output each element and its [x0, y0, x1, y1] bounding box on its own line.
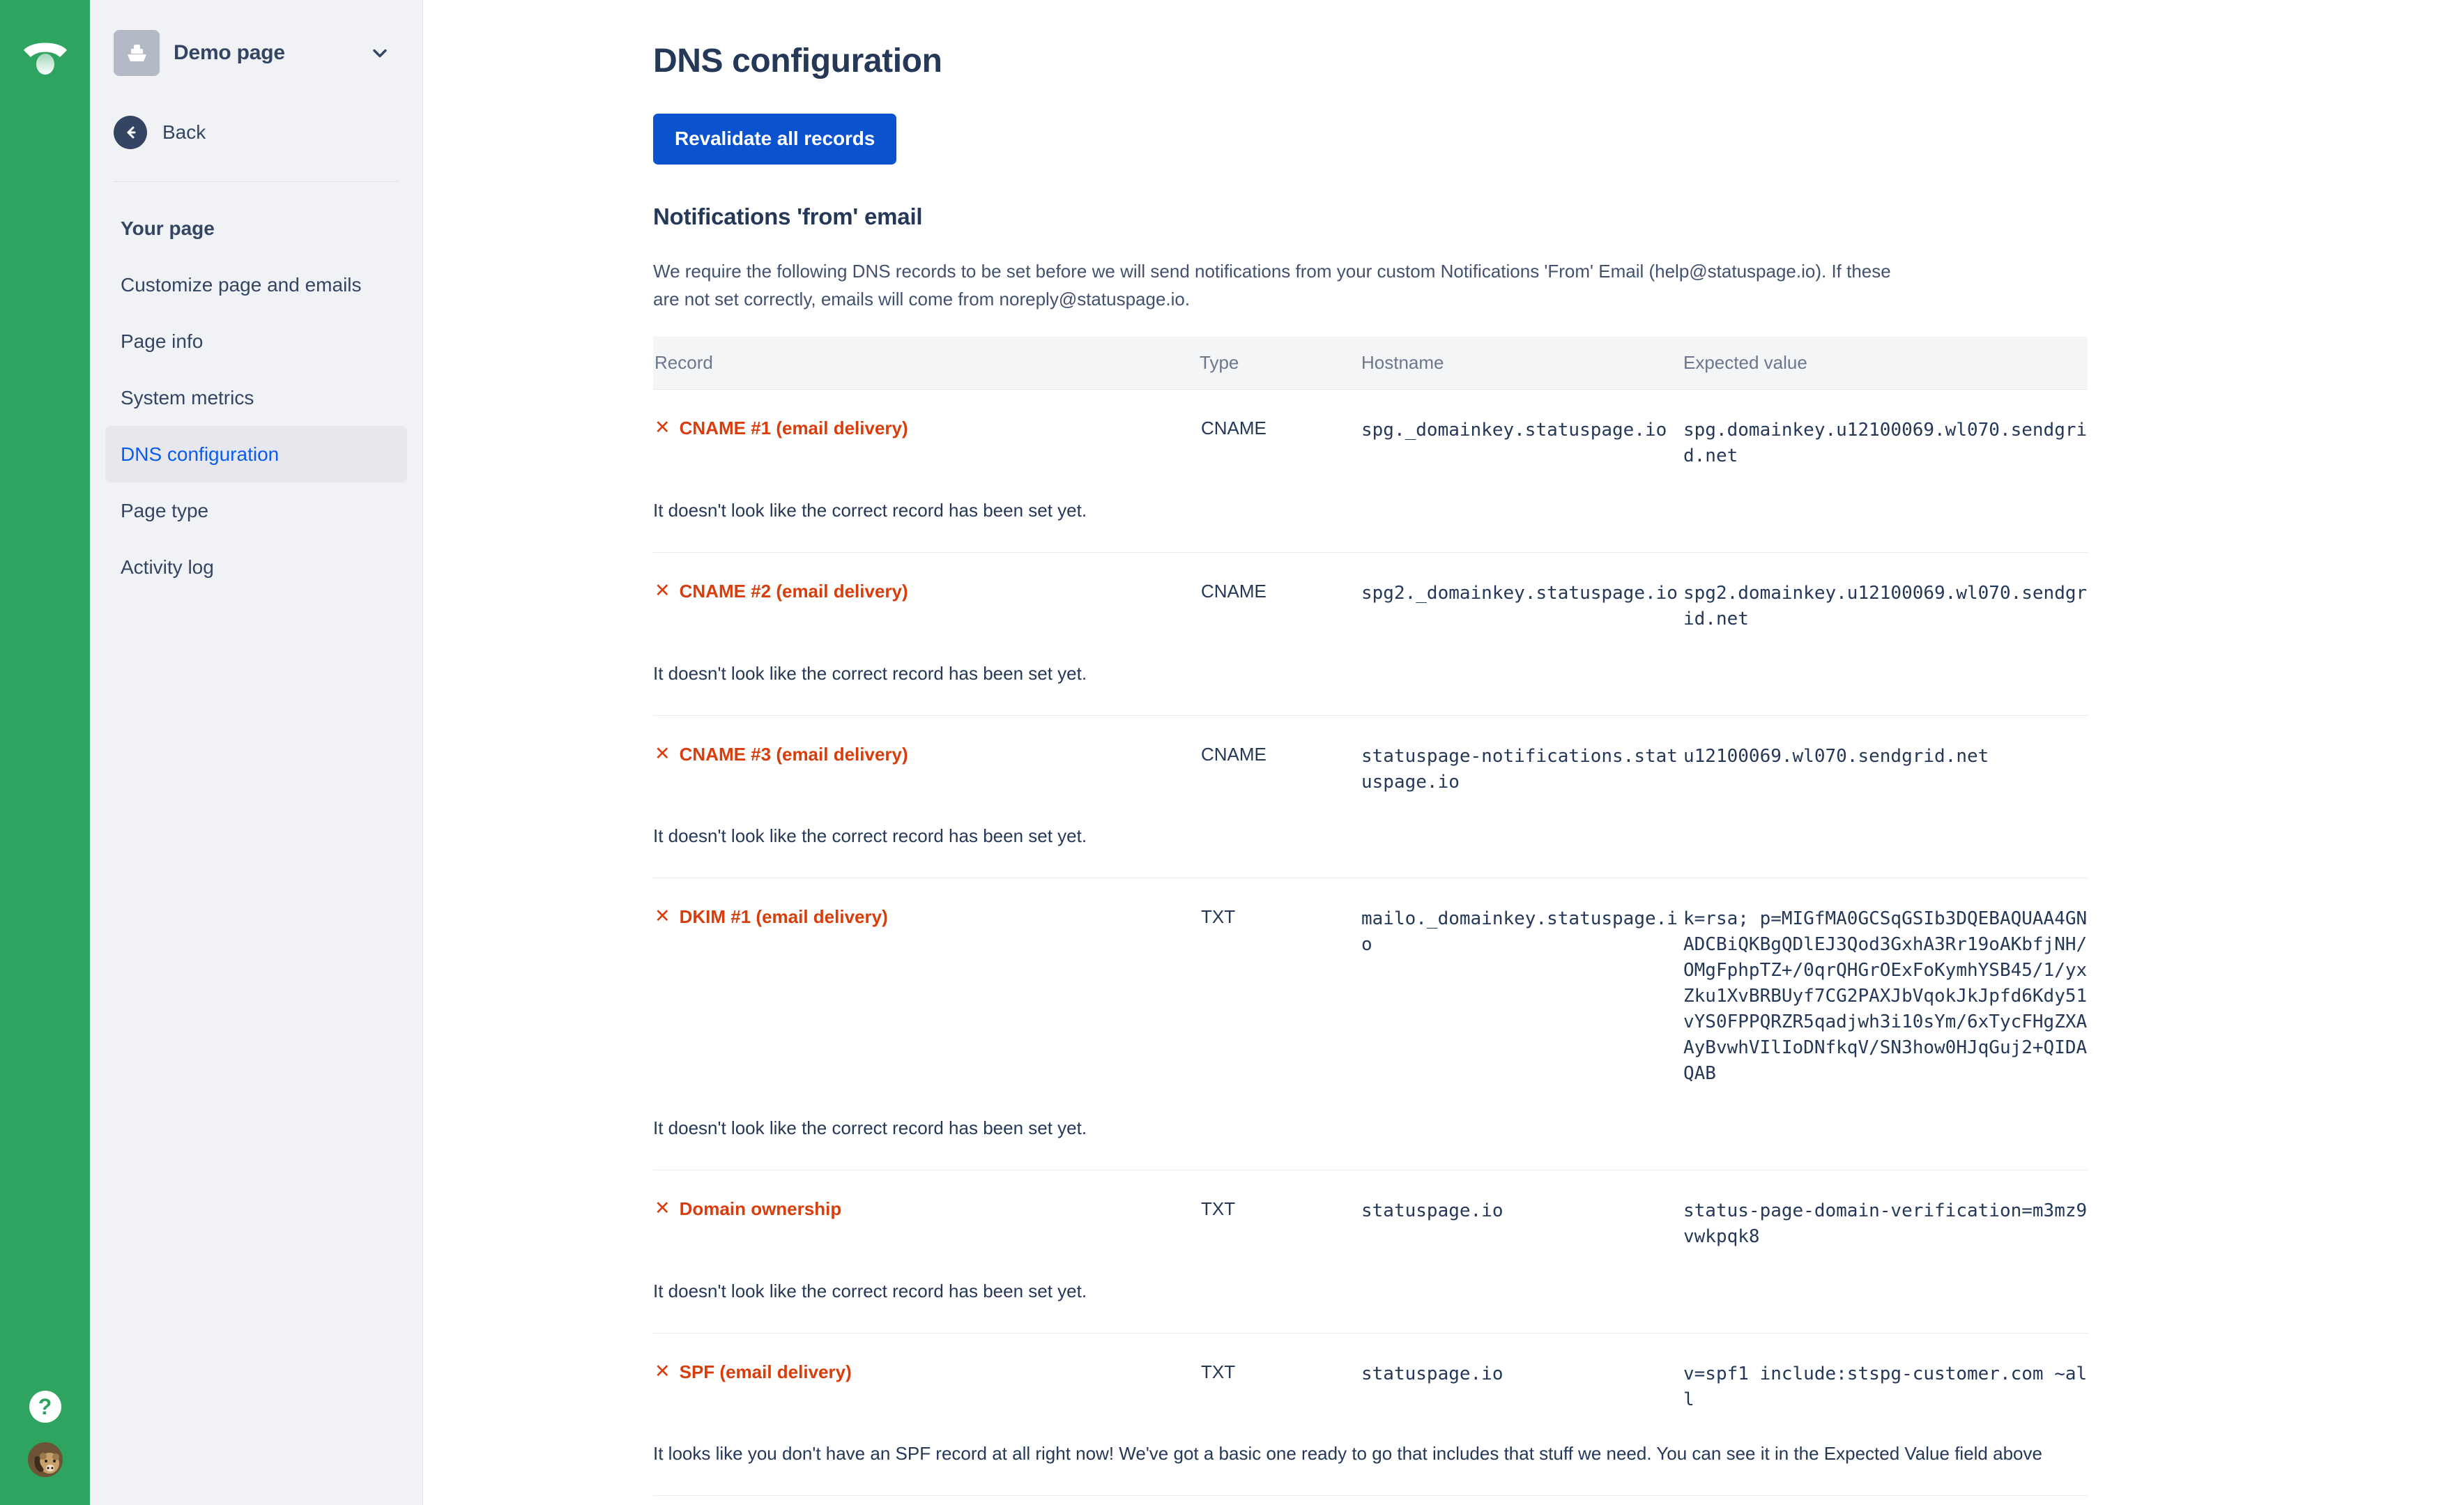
revalidate-all-records-button[interactable]: Revalidate all records [653, 114, 897, 165]
sidebar-item-customize-page-and-emails[interactable]: Customize page and emails [105, 257, 407, 313]
table-note-row: It doesn't look like the correct record … [653, 632, 2088, 716]
dns-records-table: Record Type Hostname Expected value ✕ CN… [653, 337, 2088, 1497]
app-root: ? Demo page Back Your page Customize pag… [0, 0, 2464, 1505]
page-name-label: Demo page [174, 41, 285, 64]
page-switcher[interactable]: Demo page [90, 24, 422, 82]
rail-bottom-actions: ? [0, 1391, 90, 1477]
record-note: It doesn't look like the correct record … [653, 468, 2088, 553]
page-thumbnail-icon [114, 30, 160, 76]
table-row: ✕ CNAME #2 (email delivery) CNAME spg2._… [653, 552, 2088, 632]
table-note-row: It doesn't look like the correct record … [653, 468, 2088, 553]
hostname-cell: spg._domainkey.statuspage.io [1361, 420, 1667, 441]
expected-value-cell: spg2.domainkey.u12100069.wl070.sendgrid.… [1683, 582, 2088, 629]
expected-value-cell: u12100069.wl070.sendgrid.net [1683, 745, 1989, 767]
type-cell: TXT [1201, 906, 1236, 928]
record-link[interactable]: ✕ CNAME #1 (email delivery) [653, 418, 1200, 439]
type-cell: TXT [1201, 1198, 1236, 1219]
record-label: DKIM #1 (email delivery) [679, 906, 888, 928]
back-label: Back [162, 121, 206, 143]
error-x-icon: ✕ [655, 742, 671, 764]
record-label: CNAME #2 (email delivery) [679, 580, 908, 602]
arrow-left-circle-icon [114, 116, 147, 149]
chevron-down-icon[interactable] [371, 44, 389, 62]
sidebar: Demo page Back Your page Customize page … [90, 0, 423, 1505]
hostname-cell: statuspage.io [1361, 1200, 1503, 1221]
error-x-icon: ✕ [655, 417, 671, 438]
record-label: Domain ownership [679, 1198, 842, 1219]
record-note: It doesn't look like the correct record … [653, 795, 2088, 879]
table-row: ✕ Domain ownership TXT statuspage.io sta… [653, 1170, 2088, 1249]
hostname-cell: statuspage-notifications.statuspage.io [1361, 745, 1678, 793]
record-link[interactable]: ✕ Domain ownership [653, 1198, 1200, 1220]
expected-value-cell: k=rsa; p=MIGfMA0GCSqGSIb3DQEBAQUAA4GNADC… [1683, 908, 2088, 1084]
table-note-row: It looks like you don't have an SPF reco… [653, 1412, 2088, 1497]
column-header-hostname: Hostname [1361, 337, 1683, 390]
record-link[interactable]: ✕ CNAME #2 (email delivery) [653, 579, 1200, 602]
table-header: Record Type Hostname Expected value [653, 337, 2088, 390]
sidebar-divider [114, 181, 399, 182]
sidebar-item-activity-log[interactable]: Activity log [105, 539, 407, 595]
record-note: It looks like you don't have an SPF reco… [653, 1412, 2088, 1497]
sidebar-item-your-page: Your page [121, 217, 215, 239]
sidebar-item-page-info[interactable]: Page info [105, 313, 407, 369]
expected-value-cell: status-page-domain-verification=m3mz9vwk… [1683, 1200, 2088, 1247]
section-title-notifications-from-email: Notifications 'from' email [653, 204, 923, 229]
type-cell: CNAME [1201, 418, 1267, 439]
table-row: ✕ CNAME #1 (email delivery) CNAME spg._d… [653, 390, 2088, 469]
section-description: We require the following DNS records to … [653, 261, 1891, 310]
type-cell: TXT [1201, 1361, 1236, 1382]
table-row: ✕ CNAME #3 (email delivery) CNAME status… [653, 715, 2088, 795]
table-note-row: It doesn't look like the correct record … [653, 795, 2088, 879]
type-cell: CNAME [1201, 743, 1267, 765]
avatar[interactable] [27, 1442, 63, 1477]
column-header-record: Record [653, 337, 1200, 390]
record-label: CNAME #1 (email delivery) [679, 418, 908, 439]
sidebar-item-page-type[interactable]: Page type [105, 482, 407, 539]
expected-value-cell: spg.domainkey.u12100069.wl070.sendgrid.n… [1683, 420, 2088, 466]
type-cell: CNAME [1201, 580, 1267, 602]
hostname-cell: spg2._domainkey.statuspage.io [1361, 582, 1678, 604]
sidebar-nav: Your page Customize page and emails Page… [90, 200, 422, 595]
error-x-icon: ✕ [655, 579, 671, 601]
record-cell: ✕ CNAME #2 (email delivery) [653, 552, 1200, 632]
error-x-icon: ✕ [655, 906, 671, 927]
hostname-cell: mailo._domainkey.statuspage.io [1361, 908, 1678, 956]
record-link[interactable]: ✕ SPF (email delivery) [653, 1361, 1200, 1383]
record-cell: ✕ DKIM #1 (email delivery) [653, 878, 1200, 1087]
page-title: DNS configuration [653, 43, 942, 79]
error-x-icon: ✕ [655, 1360, 671, 1382]
record-link[interactable]: ✕ DKIM #1 (email delivery) [653, 906, 1200, 928]
error-x-icon: ✕ [655, 1197, 671, 1218]
record-cell: ✕ CNAME #1 (email delivery) [653, 390, 1200, 469]
column-header-expected-value: Expected value [1683, 337, 2088, 390]
table-header-row: Record Type Hostname Expected value [653, 337, 2088, 390]
table-row: ✕ DKIM #1 (email delivery) TXT mailo._do… [653, 878, 2088, 1087]
table-note-row: It doesn't look like the correct record … [653, 1249, 2088, 1334]
hostname-cell: statuspage.io [1361, 1363, 1503, 1384]
record-note: It doesn't look like the correct record … [653, 1086, 2088, 1170]
expected-value-cell: v=spf1 include:stspg-customer.com ~all [1683, 1363, 2088, 1410]
sidebar-item-dns-configuration[interactable]: DNS configuration [105, 426, 407, 482]
record-cell: ✕ Domain ownership [653, 1170, 1200, 1249]
help-icon[interactable]: ? [29, 1391, 61, 1423]
main-content: DNS configuration Revalidate all records… [423, 0, 2464, 1505]
record-cell: ✕ CNAME #3 (email delivery) [653, 715, 1200, 795]
statuspage-logo-icon[interactable] [20, 29, 71, 81]
table-note-row: It doesn't look like the correct record … [653, 1086, 2088, 1170]
record-label: CNAME #3 (email delivery) [679, 743, 908, 765]
column-header-type: Type [1200, 337, 1361, 390]
sidebar-item-system-metrics[interactable]: System metrics [105, 369, 407, 426]
record-link[interactable]: ✕ CNAME #3 (email delivery) [653, 742, 1200, 765]
table-row: ✕ SPF (email delivery) TXT statuspage.io… [653, 1333, 2088, 1412]
global-nav-rail: ? [0, 0, 90, 1505]
record-label: SPF (email delivery) [679, 1361, 852, 1382]
back-button[interactable]: Back [90, 99, 422, 166]
table-body: ✕ CNAME #1 (email delivery) CNAME spg._d… [653, 390, 2088, 1497]
record-note: It doesn't look like the correct record … [653, 632, 2088, 716]
record-note: It doesn't look like the correct record … [653, 1249, 2088, 1334]
record-cell: ✕ SPF (email delivery) [653, 1333, 1200, 1412]
